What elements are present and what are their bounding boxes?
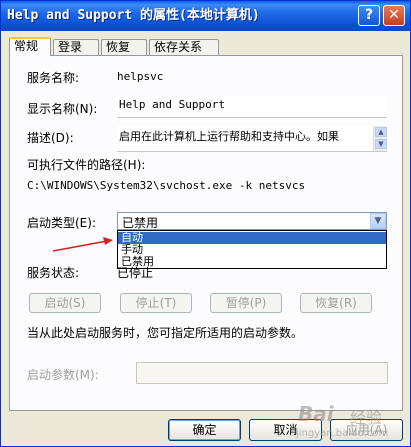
window-title: Help and Support 的属性(本地计算机) [7,8,260,23]
title-bar: Help and Support 的属性(本地计算机) ? ✕ [1,1,410,31]
service-status-value: 已停止 [117,266,154,280]
startup-type-select[interactable]: 已禁用 ▼ [117,212,387,230]
display-name-label: 显示名称(N): [27,102,98,116]
scroll-down-icon[interactable]: ▼ [375,139,387,149]
close-button[interactable]: ✕ [383,5,405,26]
tab-general[interactable]: 常规 [9,37,51,56]
params-input[interactable] [136,362,388,384]
params-label: 启动参数(M): [27,368,99,382]
stop-button[interactable]: 停止(T) [120,293,192,313]
pause-button[interactable]: 暂停(P) [210,293,282,313]
watermark-url: jingyan.baidu.com [296,428,389,439]
baidu-watermark: Bai 经验 jingyan.baidu.com [294,400,404,444]
chevron-down-icon[interactable]: ▼ [370,213,386,229]
start-button[interactable]: 启动(S) [29,293,101,313]
help-button[interactable]: ? [358,5,380,26]
startup-type-dropdown: 自动 手动 已禁用 [117,230,387,269]
watermark-brand2: 经验 [350,408,383,427]
service-name-value: helpsvc [117,70,164,83]
option-manual[interactable]: 手动 [118,244,386,256]
red-arrow-icon [52,237,113,252]
tab-dependencies[interactable]: 依存关系 [149,39,219,55]
description-field[interactable]: 启用在此计算机上运行帮助和支持中心。如果 ▲ ▼ [117,126,387,152]
exec-path-field: C:\WINDOWS\System32\svchost.exe -k netsv… [27,177,391,195]
scroll-up-icon[interactable]: ▲ [375,127,387,137]
display-name-field[interactable]: Help and Support [117,96,387,118]
option-automatic[interactable]: 自动 [118,232,386,244]
description-scrollbar[interactable]: ▲ ▼ [373,126,387,151]
resume-button[interactable]: 恢复(R) [300,293,372,313]
tab-logon[interactable]: 登录 [53,39,99,55]
ok-button[interactable]: 确定 [168,419,241,441]
service-name-label: 服务名称: [27,71,80,85]
option-disabled[interactable]: 已禁用 [118,256,386,268]
tab-recovery[interactable]: 恢复 [101,39,147,55]
display-name-value: Help and Support [119,98,225,111]
params-hint: 当从此处启动服务时，您可指定所适用的启动参数。 [27,326,304,340]
exec-path-label: 可执行文件的路径(H): [27,158,146,172]
description-label: 描述(D): [27,131,74,145]
startup-type-label: 启动类型(E): [27,216,96,230]
properties-dialog: Help and Support 的属性(本地计算机) ? ✕ 常规 登录 恢复… [0,0,411,447]
description-value: 启用在此计算机上运行帮助和支持中心。如果 [119,130,339,143]
service-status-label: 服务状态: [27,266,80,280]
watermark-brand: Bai [298,402,334,426]
startup-type-value: 已禁用 [122,216,159,230]
exec-path-value: C:\WINDOWS\System32\svchost.exe -k netsv… [27,179,306,192]
